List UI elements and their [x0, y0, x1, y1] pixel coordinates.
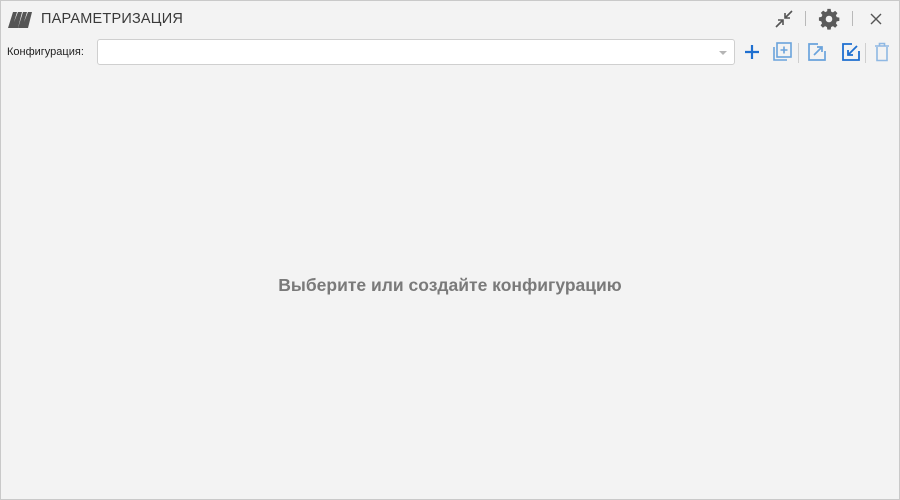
window-title: ПАРАМЕТРИЗАЦИЯ — [41, 11, 184, 27]
export-arrow-icon — [808, 43, 826, 61]
close-icon — [870, 13, 882, 25]
add-config-button[interactable] — [739, 39, 765, 65]
settings-button[interactable] — [817, 7, 841, 31]
import-arrow-icon — [842, 43, 860, 61]
delete-config-button[interactable] — [869, 39, 895, 65]
config-toolbar: Конфигурация: — [1, 37, 899, 67]
app-logo-icon — [8, 12, 32, 28]
toolbar-separator — [798, 43, 799, 63]
duplicate-config-button[interactable] — [769, 39, 795, 65]
copy-plus-icon — [773, 42, 792, 61]
chevron-down-icon — [719, 51, 727, 55]
title-bar: ПАРАМЕТРИЗАЦИЯ — [1, 1, 899, 37]
config-label: Конфигурация: — [7, 46, 84, 58]
empty-state-message: Выберите или создайте конфигурацию — [278, 274, 622, 295]
app-window: ПАРАМЕТРИЗАЦИЯ Конфигурация: Выберите ил… — [0, 0, 900, 500]
collapse-button[interactable] — [772, 7, 796, 31]
title-separator — [805, 11, 806, 26]
config-select[interactable] — [97, 39, 735, 65]
collapse-arrows-icon — [775, 10, 793, 28]
import-config-button[interactable] — [838, 39, 864, 65]
title-separator — [852, 11, 853, 26]
gear-icon — [818, 8, 840, 30]
content-area: Выберите или создайте конфигурацию — [1, 67, 899, 499]
trash-icon — [875, 42, 889, 62]
plus-icon — [745, 45, 759, 59]
close-button[interactable] — [864, 7, 888, 31]
toolbar-separator — [865, 43, 866, 63]
export-config-button[interactable] — [804, 39, 830, 65]
